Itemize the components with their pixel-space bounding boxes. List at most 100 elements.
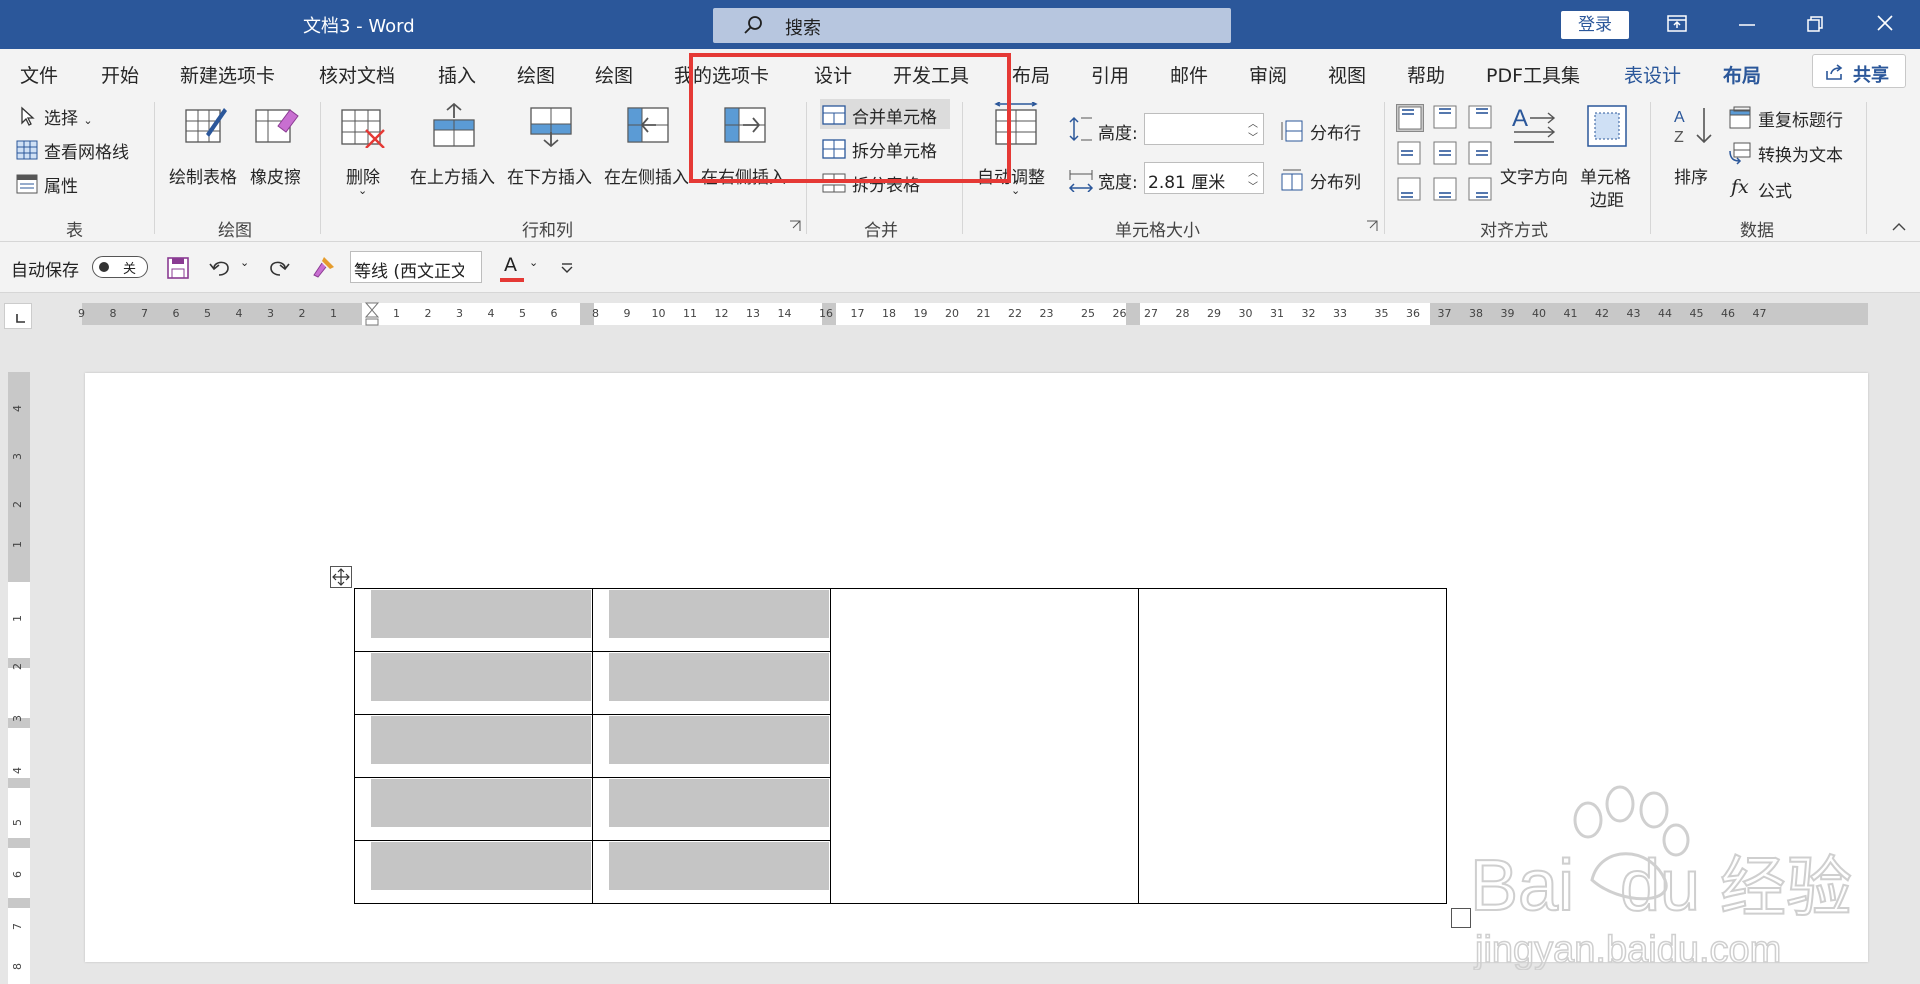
autosave-toggle[interactable]: 关 (92, 256, 148, 278)
spin-down-icon[interactable]: ﹀ (1248, 178, 1258, 193)
draw-table-button[interactable]: 绘制表格 (166, 102, 246, 212)
eraser-button[interactable]: 橡皮擦 (246, 102, 310, 212)
dialog-launcher-icon[interactable] (789, 220, 801, 232)
table-cell[interactable] (354, 714, 593, 778)
ribbon-display-options-button[interactable] (1647, 0, 1707, 49)
properties-button[interactable]: 属性 (16, 172, 78, 197)
align-cell-button[interactable] (1467, 140, 1495, 168)
ruler-number: 13 (746, 307, 760, 320)
tab-help[interactable]: 帮助 (1407, 61, 1445, 88)
merged-table-cell[interactable] (830, 588, 1139, 904)
toggle-state: 关 (123, 262, 137, 277)
text-direction-button[interactable]: A 文字方向 (1498, 102, 1574, 212)
cursor-arrow-icon (21, 106, 35, 126)
table-cell[interactable] (592, 714, 831, 778)
align-cell-button[interactable] (1396, 104, 1424, 132)
align-cell-button[interactable] (1467, 104, 1495, 132)
tab-draw-1[interactable]: 绘图 (517, 61, 555, 88)
horizontal-ruler[interactable]: 9 8 7 6 5 4 3 2 1 1 2 3 4 5 6 8 9 10 11 12 13 14 16 17 18 19 20 21 2… (78, 302, 1868, 326)
row-marker[interactable] (8, 838, 30, 848)
insert-above-button[interactable]: 在上方插入 (408, 102, 500, 212)
login-button[interactable]: 登录 (1561, 11, 1629, 39)
properties-icon (16, 174, 38, 194)
align-cell-button[interactable] (1432, 176, 1460, 204)
tab-table-design[interactable]: 表设计 (1624, 61, 1681, 88)
tab-mailings[interactable]: 邮件 (1170, 61, 1208, 88)
merged-table-cell[interactable] (1138, 588, 1447, 904)
collapse-ribbon-icon[interactable] (1892, 222, 1906, 232)
customize-qat-icon[interactable] (560, 262, 574, 274)
tab-proofread[interactable]: 核对文档 (319, 61, 395, 88)
table-cell[interactable] (354, 777, 593, 841)
undo-dropdown-chevron-icon[interactable]: ⌄ (240, 256, 249, 269)
align-cell-button[interactable] (1467, 176, 1495, 204)
insert-left-button[interactable]: 在左侧插入 (602, 102, 694, 212)
tab-layout[interactable]: 布局 (1012, 61, 1050, 88)
svg-text:A: A (1512, 105, 1528, 132)
table-cell[interactable] (354, 651, 593, 715)
tab-file[interactable]: 文件 (20, 61, 58, 88)
tab-selector[interactable] (4, 303, 32, 329)
font-name-select[interactable]: 等线 (西文正文 ⌄ (350, 251, 482, 283)
restore-button[interactable] (1785, 0, 1845, 49)
height-input[interactable]: ︿ ﹀ (1144, 113, 1264, 145)
tab-table-layout[interactable]: 布局 (1723, 61, 1762, 97)
align-cell-button[interactable] (1432, 140, 1460, 168)
tab-references[interactable]: 引用 (1091, 61, 1129, 88)
undo-icon[interactable] (208, 256, 232, 278)
tab-draw-2[interactable]: 绘图 (595, 61, 633, 88)
close-button[interactable] (1855, 0, 1915, 49)
align-cell-button[interactable] (1432, 104, 1460, 132)
table-cell[interactable] (354, 840, 593, 904)
tab-view[interactable]: 视图 (1328, 61, 1366, 88)
share-button[interactable]: 共享 (1812, 54, 1906, 88)
view-gridlines-button[interactable]: 查看网格线 (16, 138, 129, 163)
insert-below-button[interactable]: 在下方插入 (505, 102, 597, 212)
tab-insert[interactable]: 插入 (438, 61, 476, 88)
tab-pdf-tools[interactable]: PDF工具集 (1486, 61, 1580, 88)
table-cell[interactable] (592, 777, 831, 841)
table-cell[interactable] (592, 588, 831, 652)
table-move-handle[interactable] (330, 566, 352, 588)
document-table[interactable] (354, 588, 1447, 904)
tab-new-tab[interactable]: 新建选项卡 (180, 61, 275, 88)
align-cell-button[interactable] (1396, 176, 1424, 204)
ruler-number: 28 (1175, 307, 1190, 320)
delete-button[interactable]: 删除 ⌄ (338, 102, 388, 212)
spin-up-icon[interactable]: ︿ (1248, 115, 1258, 130)
align-cell-button[interactable] (1396, 140, 1424, 168)
minimize-button[interactable] (1717, 0, 1777, 49)
spin-down-icon[interactable]: ﹀ (1248, 129, 1258, 144)
search-box[interactable]: 搜索 (713, 8, 1231, 43)
formula-button[interactable]: fx 公式 (1728, 176, 1792, 202)
table-cell[interactable] (354, 588, 593, 652)
distribute-columns-button[interactable]: 分布列 (1280, 168, 1361, 193)
ruler-number: 12 (714, 307, 729, 320)
dialog-launcher-icon[interactable] (1366, 220, 1378, 232)
group-label-data: 数据 (1740, 221, 1774, 241)
sort-button[interactable]: AZ 排序 (1664, 102, 1724, 212)
watermark-cn: 经验 (1720, 849, 1852, 926)
vertical-ruler[interactable]: 4 3 2 1 1 2 3 4 5 6 7 8 (8, 372, 30, 984)
ruler-number: 43 (1626, 307, 1641, 320)
repeat-header-rows-button[interactable]: 重复标题行 (1728, 106, 1843, 131)
convert-to-text-button[interactable]: 转换为文本 (1728, 141, 1843, 166)
table-cell[interactable] (592, 840, 831, 904)
tab-review[interactable]: 审阅 (1249, 61, 1287, 88)
font-color-dropdown-chevron-icon[interactable]: ⌄ (529, 256, 538, 269)
redo-icon[interactable] (267, 256, 291, 278)
font-color-button[interactable]: A (500, 254, 524, 282)
row-marker[interactable] (8, 898, 30, 908)
spin-up-icon[interactable]: ︿ (1248, 164, 1258, 179)
distribute-rows-button[interactable]: 分布行 (1280, 119, 1361, 144)
indent-marker-icon[interactable] (364, 301, 380, 329)
row-marker[interactable] (8, 778, 30, 788)
select-button[interactable]: 选择 ⌄ (16, 104, 93, 129)
width-input[interactable]: 2.81 厘米 ︿ ﹀ (1144, 162, 1264, 194)
table-resize-handle[interactable] (1451, 908, 1471, 928)
save-icon[interactable] (167, 257, 189, 279)
table-cell[interactable] (592, 651, 831, 715)
format-painter-icon[interactable] (310, 255, 336, 279)
cell-margins-button[interactable]: 单元格 边距 (1576, 102, 1640, 212)
tab-home[interactable]: 开始 (101, 61, 139, 88)
